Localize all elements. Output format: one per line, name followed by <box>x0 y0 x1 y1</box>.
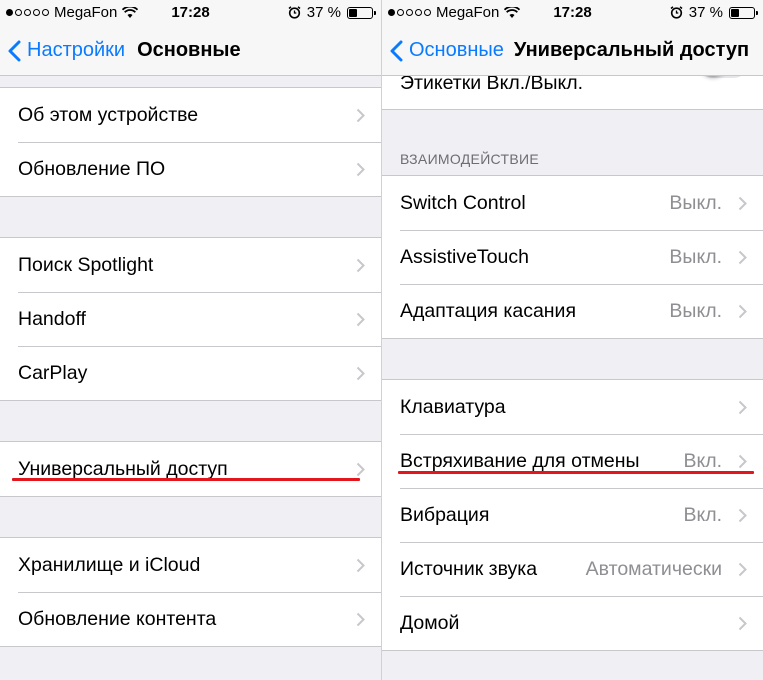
row-value: Выкл. <box>669 245 722 268</box>
battery-level <box>731 8 740 17</box>
chevron-right-icon <box>356 108 365 123</box>
chevron-left-icon <box>390 40 403 61</box>
back-button[interactable]: Основные <box>382 26 504 75</box>
settings-group: Поиск Spotlight Handoff CarPlay <box>0 237 381 401</box>
row-label: Обновление ПО <box>18 157 166 180</box>
status-bar: MegaFon 17:28 37 % <box>382 0 763 26</box>
row-label: CarPlay <box>18 361 88 384</box>
list-item-spotlight[interactable]: Поиск Spotlight <box>0 238 381 292</box>
back-button-label: Основные <box>409 39 504 61</box>
chevron-right-icon <box>738 304 747 319</box>
chevron-left-icon <box>8 40 21 61</box>
settings-group: Об этом устройстве Обновление ПО <box>0 87 381 197</box>
settings-group: Хранилище и iCloud Обновление контента <box>0 537 381 647</box>
chevron-right-icon <box>738 454 747 469</box>
list-item-home-button[interactable]: Домой <box>382 596 763 650</box>
row-label: AssistiveTouch <box>400 245 529 268</box>
row-label: Домой <box>400 611 460 634</box>
right-screen: Этикетки Вкл./Выкл. MegaFon 17:28 37 % О… <box>382 0 763 680</box>
highlight-underline <box>12 478 360 481</box>
list-item-accessibility[interactable]: Универсальный доступ <box>0 442 381 496</box>
page-title: Универсальный доступ <box>513 39 750 61</box>
list-item-handoff[interactable]: Handoff <box>0 292 381 346</box>
chevron-right-icon <box>356 162 365 177</box>
list-item-assistivetouch[interactable]: AssistiveTouch Выкл. <box>382 230 763 284</box>
row-value: Выкл. <box>669 299 722 322</box>
battery-icon <box>729 6 758 19</box>
section-header: ВЗАИМОДЕЙСТВИЕ <box>400 151 539 167</box>
row-label: Адаптация касания <box>400 299 577 322</box>
left-screen: MegaFon 17:28 37 % Настройки Основные Об… <box>0 0 381 680</box>
chevron-right-icon <box>738 250 747 265</box>
list-item-keyboard[interactable]: Клавиатура <box>382 380 763 434</box>
settings-group: Клавиатура Встряхивание для отмены Вкл. В… <box>382 379 763 651</box>
row-value: Автоматически <box>585 557 722 580</box>
back-button[interactable]: Настройки <box>0 26 125 75</box>
settings-group: Switch Control Выкл. AssistiveTouch Выкл. … <box>382 175 763 339</box>
row-label: Поиск Spotlight <box>18 253 154 276</box>
list-item-switch-control[interactable]: Switch Control Выкл. <box>382 176 763 230</box>
list-item-audio-routing[interactable]: Источник звука Автоматически <box>382 542 763 596</box>
settings-group: Универсальный доступ <box>0 441 381 497</box>
back-button-label: Настройки <box>27 39 126 61</box>
list-item-touch-accommodations[interactable]: Адаптация касания Выкл. <box>382 284 763 338</box>
row-value: Вкл. <box>683 449 722 472</box>
chevron-right-icon <box>738 616 747 631</box>
row-label: Источник звука <box>400 557 538 580</box>
list-item-storage-icloud[interactable]: Хранилище и iCloud <box>0 538 381 592</box>
row-label: Вибрация <box>400 503 490 526</box>
navigation-bar: Настройки Основные <box>0 26 381 76</box>
chevron-right-icon <box>738 508 747 523</box>
chevron-right-icon <box>356 258 365 273</box>
row-label: Об этом устройстве <box>18 103 199 126</box>
list-item-about[interactable]: Об этом устройстве <box>0 88 381 142</box>
list-item-background-refresh[interactable]: Обновление контента <box>0 592 381 646</box>
highlight-underline <box>398 471 754 474</box>
row-label: Хранилище и iCloud <box>18 553 201 576</box>
row-label: Handoff <box>18 307 86 330</box>
chevron-right-icon <box>356 612 365 627</box>
chevron-right-icon <box>356 366 365 381</box>
row-label: Клавиатура <box>400 395 506 418</box>
alarm-icon <box>670 6 683 19</box>
chevron-right-icon <box>738 400 747 415</box>
list-item-shake-to-undo[interactable]: Встряхивание для отмены Вкл. <box>382 434 763 488</box>
list-item-vibration[interactable]: Вибрация Вкл. <box>382 488 763 542</box>
chevron-right-icon <box>356 312 365 327</box>
list-item-carplay[interactable]: CarPlay <box>0 346 381 400</box>
chevron-right-icon <box>356 462 365 477</box>
chevron-right-icon <box>356 558 365 573</box>
page-title: Основные <box>137 39 241 61</box>
row-value: Вкл. <box>683 503 722 526</box>
battery-icon <box>347 6 376 19</box>
battery-level <box>349 8 358 17</box>
chevron-right-icon <box>738 196 747 211</box>
battery-percent: 37 % <box>688 4 723 21</box>
navigation-bar: Основные Универсальный доступ <box>382 26 763 76</box>
chevron-right-icon <box>738 562 747 577</box>
battery-percent: 37 % <box>306 4 341 21</box>
row-label: Switch Control <box>400 191 526 214</box>
row-label: Встряхивание для отмены <box>400 449 640 472</box>
row-value: Выкл. <box>669 191 722 214</box>
status-bar: MegaFon 17:28 37 % <box>0 0 381 26</box>
list-item-software-update[interactable]: Обновление ПО <box>0 142 381 196</box>
row-label: Обновление контента <box>18 607 217 630</box>
alarm-icon <box>288 6 301 19</box>
